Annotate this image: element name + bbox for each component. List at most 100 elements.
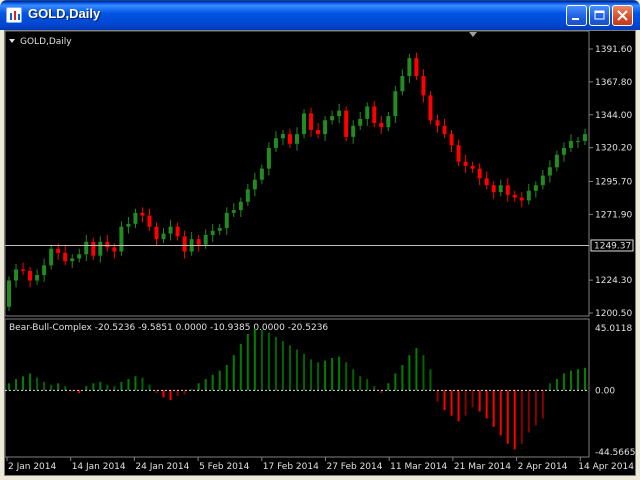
- main-chart-label: GOLD,Daily: [20, 37, 72, 47]
- price-tick-label: 1344.00: [595, 111, 632, 121]
- indicator-tick-label: -44.5665: [595, 448, 635, 458]
- candle-body: [393, 91, 398, 117]
- candle-body: [442, 125, 447, 135]
- candle-body: [154, 226, 159, 240]
- candle-body: [330, 116, 335, 121]
- candle-body: [526, 190, 531, 201]
- dropdown-arrow-icon[interactable]: [9, 39, 15, 43]
- candle-body: [386, 116, 391, 128]
- candle-body: [491, 185, 496, 193]
- candle-body: [182, 236, 187, 252]
- candle-body: [238, 201, 243, 211]
- candle-body: [140, 212, 145, 216]
- candle-body: [407, 58, 412, 77]
- candle-body: [512, 194, 517, 198]
- candle-body: [505, 185, 510, 195]
- candle-body: [583, 134, 587, 142]
- candle-body: [70, 258, 75, 262]
- candle-body: [547, 167, 552, 176]
- time-tick-label: 14 Apr 2014: [578, 462, 634, 472]
- candle-body: [77, 254, 82, 259]
- candle-body: [365, 106, 370, 119]
- candle-body: [84, 241, 89, 255]
- candle-body: [224, 212, 229, 229]
- minimize-icon: [572, 18, 579, 20]
- chart-area[interactable]: GOLD,Daily 1391.60 1367.80 1344.00 1320.20 1…: [4, 30, 636, 476]
- candle-body: [126, 223, 131, 227]
- indicator-label: Bear-Bull-Complex -20.5236 -9.5851 0.000…: [9, 323, 328, 333]
- price-axis: 1391.60 1367.80 1344.00 1320.20 1295.70 1271.…: [589, 45, 632, 319]
- candle-body: [358, 118, 363, 126]
- candle-body: [203, 234, 208, 245]
- candle-body: [112, 247, 117, 252]
- maximize-icon: [594, 10, 605, 20]
- time-tick-label: 27 Feb 2014: [326, 462, 382, 472]
- candle-body: [463, 161, 468, 166]
- candle-body: [561, 147, 566, 155]
- time-tick-label: 14 Jan 2014: [72, 462, 126, 472]
- candle-body: [533, 185, 538, 191]
- candle-body: [309, 113, 314, 130]
- minimize-button[interactable]: [566, 5, 587, 26]
- candle-body: [302, 113, 307, 135]
- candle-body: [280, 134, 285, 139]
- candle-body: [175, 226, 180, 237]
- candle-body: [63, 252, 68, 262]
- candle-body: [568, 141, 573, 148]
- close-button[interactable]: [612, 5, 633, 26]
- candle-body: [245, 189, 250, 202]
- chart-shift-marker-icon[interactable]: [469, 32, 477, 37]
- candle-body: [428, 95, 433, 121]
- main-panel-frame: [4, 30, 590, 317]
- candle-body: [435, 120, 440, 126]
- candle-body: [470, 165, 475, 169]
- indicator-tick-label: 45.0118: [595, 324, 632, 334]
- candle-body: [316, 129, 321, 135]
- indicator-tick-label: 0.00: [595, 386, 615, 396]
- candle-body: [400, 76, 405, 92]
- candle-body: [259, 168, 264, 180]
- candle-body: [456, 145, 461, 162]
- histogram-series: [8, 328, 586, 450]
- candle-body: [91, 241, 96, 256]
- candle-body: [210, 230, 215, 235]
- candle-body: [540, 175, 545, 186]
- candle-body: [98, 241, 103, 256]
- time-axis: 2 Jan 2014 14 Jan 2014 24 Jan 2014 5 Feb 20…: [6, 457, 634, 472]
- candle-body: [379, 123, 384, 128]
- candle-body: [231, 210, 236, 213]
- candle-body: [119, 226, 124, 252]
- time-tick-label: 21 Mar 2014: [454, 462, 511, 472]
- price-tick-label: 1224.30: [595, 276, 632, 286]
- candle-body: [575, 141, 580, 143]
- candle-body: [273, 138, 278, 148]
- chart-app-icon[interactable]: [6, 7, 22, 23]
- candle-body: [49, 248, 54, 266]
- candle-body: [449, 134, 454, 146]
- candle-body: [337, 110, 342, 117]
- candle-body: [56, 248, 61, 253]
- candle-body: [147, 215, 152, 227]
- time-tick-label: 5 Feb 2014: [199, 462, 250, 472]
- app-window: GOLD,Daily GOLD,Daily 1391.60 1367.80 13…: [0, 0, 640, 480]
- candle-body: [477, 168, 482, 179]
- candle-body: [344, 110, 349, 137]
- window-title: GOLD,Daily: [28, 6, 101, 21]
- candle-body: [14, 269, 19, 281]
- chart-canvas[interactable]: GOLD,Daily 1391.601367.801344.001320.201…: [4, 30, 635, 475]
- title-bar[interactable]: GOLD,Daily: [0, 0, 640, 30]
- price-tick-label: 1271.90: [595, 210, 632, 220]
- candle-body: [168, 226, 173, 234]
- candle-body: [554, 154, 559, 168]
- candles-series: [7, 52, 587, 311]
- candle-body: [498, 185, 503, 193]
- candle-body: [28, 270, 33, 281]
- time-tick-label: 2 Apr 2014: [518, 462, 568, 472]
- candle-body: [295, 134, 299, 144]
- close-icon: [617, 10, 628, 21]
- candle-body: [414, 58, 419, 77]
- maximize-button[interactable]: [589, 5, 610, 26]
- candle-body: [7, 280, 11, 307]
- price-tick-label: 1320.20: [595, 144, 632, 154]
- price-tick-label: 1295.70: [595, 177, 632, 187]
